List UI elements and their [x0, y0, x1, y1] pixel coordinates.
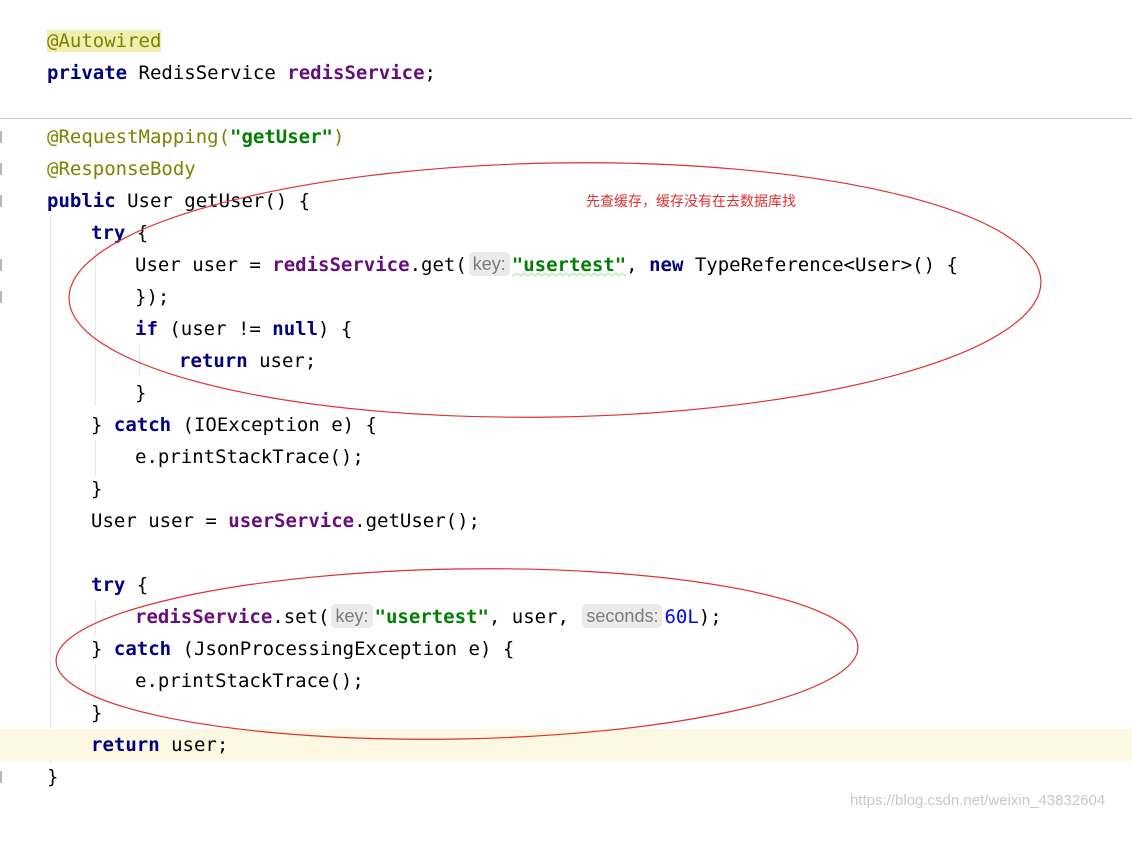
field-redis-service: redisService: [272, 254, 410, 276]
print-stack-trace: e.printStackTrace();: [135, 670, 364, 692]
keyword-private: private: [47, 62, 128, 84]
parameter-hint-key: key:: [331, 604, 373, 628]
keyword-new: new: [649, 254, 684, 276]
semicolon: ;: [424, 62, 436, 84]
keyword-null: null: [272, 318, 319, 340]
close-brace: }: [91, 638, 114, 660]
code-line[interactable]: }: [0, 473, 1132, 505]
print-stack-trace: e.printStackTrace();: [135, 446, 364, 468]
keyword-return: return: [179, 350, 248, 372]
return-value: user;: [247, 350, 317, 372]
code-line[interactable]: @Autowired: [0, 25, 1132, 57]
keyword-return: return: [91, 734, 160, 756]
code-line[interactable]: return user;: [0, 345, 1132, 377]
code-line[interactable]: @RequestMapping("getUser"): [0, 121, 1132, 153]
close-paren: ): [332, 126, 345, 148]
code-line[interactable]: private RedisService redisService;: [0, 57, 1132, 89]
code-line[interactable]: User user = userService.getUser();: [0, 505, 1132, 537]
autowired-annotation: @Autowired: [47, 30, 162, 52]
request-mapping-annotation: @RequestMapping(: [47, 126, 231, 148]
if-condition-open: (user !=: [157, 318, 273, 340]
code-line[interactable]: });: [0, 281, 1132, 313]
catch-json-exception: (JsonProcessingException e) {: [171, 638, 515, 660]
watermark: https://blog.csdn.net/weixin_43832604: [850, 792, 1106, 809]
user-decl-prefix: User user =: [135, 254, 273, 276]
method-set: .set(: [272, 606, 330, 628]
set-user-arg: , user,: [488, 606, 581, 628]
code-line[interactable]: e.printStackTrace();: [0, 441, 1132, 473]
field-redis-service: redisService: [135, 606, 273, 628]
code-line[interactable]: try {: [0, 569, 1132, 601]
close-anonymous-class: });: [135, 286, 170, 308]
annotation-note: 先查缓存，缓存没有在去数据库找: [586, 194, 796, 210]
parameter-hint-key: key:: [468, 252, 510, 276]
close-brace: }: [47, 766, 59, 788]
type-reference: TypeReference<User>() {: [683, 254, 958, 276]
set-close: );: [698, 606, 722, 628]
code-line[interactable]: e.printStackTrace();: [0, 665, 1132, 697]
catch-io-exception: (IOException e) {: [171, 414, 377, 436]
code-line[interactable]: } catch (JsonProcessingException e) {: [0, 633, 1132, 665]
code-line[interactable]: }: [0, 761, 1132, 793]
code-line[interactable]: if (user != null) {: [0, 313, 1132, 345]
keyword-catch: catch: [113, 638, 172, 660]
user-decl-prefix: User user =: [91, 510, 229, 532]
code-line[interactable]: User user = redisService.get(key: "userte…: [0, 249, 1132, 281]
code-line[interactable]: } catch (IOException e) {: [0, 409, 1132, 441]
method-signature: User getUser() {: [127, 190, 311, 212]
code-line-current[interactable]: return user;: [0, 729, 1132, 761]
code-editor[interactable]: @Autowired private RedisService redisSer…: [0, 0, 1132, 819]
keyword-public: public: [47, 190, 116, 212]
comma: ,: [626, 254, 650, 276]
parameter-hint-seconds: seconds:: [582, 604, 663, 628]
code-line[interactable]: redisService.set(key: "usertest", user, s…: [0, 601, 1132, 633]
code-line[interactable]: public User getUser() {: [0, 185, 1132, 217]
user-service-call: .getUser();: [354, 510, 480, 532]
keyword-try: try: [91, 574, 126, 596]
if-condition-close: ) {: [318, 318, 353, 340]
close-brace: }: [91, 702, 103, 724]
method-separator: [0, 118, 1132, 119]
open-brace: {: [125, 222, 149, 244]
open-brace: {: [125, 574, 149, 596]
keyword-if: if: [135, 318, 158, 340]
field-user-service: userService: [228, 510, 355, 532]
seconds-value: 60L: [664, 606, 699, 628]
return-value: user;: [159, 734, 229, 756]
method-get: .get(: [409, 254, 467, 276]
code-line[interactable]: try {: [0, 217, 1132, 249]
code-line[interactable]: }: [0, 697, 1132, 729]
keyword-catch: catch: [113, 414, 172, 436]
response-body-annotation: @ResponseBody: [47, 158, 196, 180]
type-redis-service: RedisService: [138, 62, 276, 84]
code-line[interactable]: @ResponseBody: [0, 153, 1132, 185]
close-brace: }: [135, 382, 147, 404]
key-string-value: "usertest": [374, 606, 489, 628]
field-redis-service: redisService: [287, 62, 425, 84]
close-brace: }: [91, 478, 103, 500]
keyword-try: try: [91, 222, 126, 244]
key-string-value: "usertest": [511, 254, 627, 276]
request-mapping-value: "getUser": [230, 126, 333, 148]
close-brace: }: [91, 414, 114, 436]
code-line[interactable]: }: [0, 377, 1132, 409]
